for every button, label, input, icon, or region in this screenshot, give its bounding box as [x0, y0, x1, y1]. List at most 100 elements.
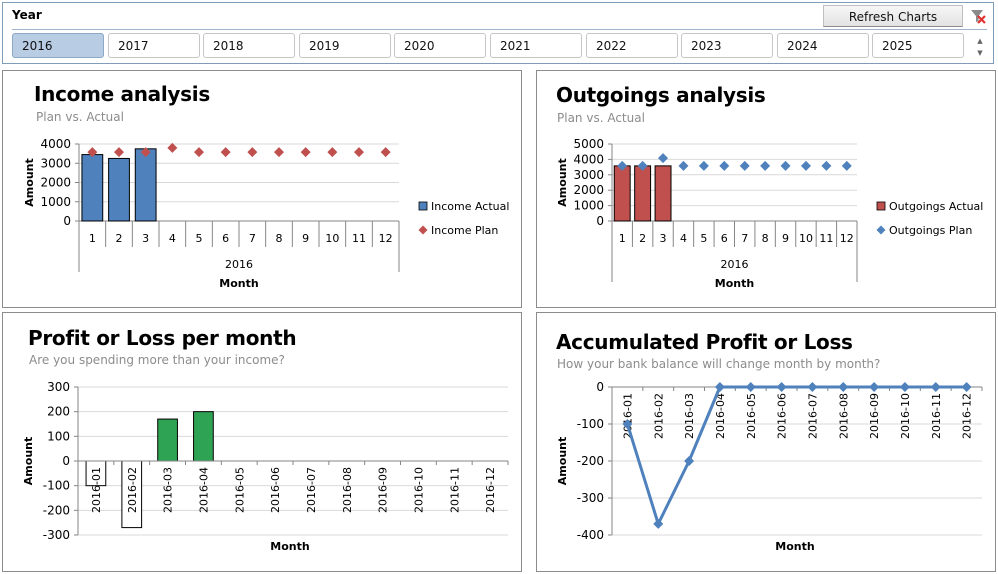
y-tick-label: 200	[47, 405, 70, 419]
x-axis-title: Month	[219, 277, 258, 290]
x-tick-label: 10	[325, 232, 339, 245]
marker-outgoings-plan	[739, 160, 750, 171]
x-axis-title: Month	[715, 277, 754, 290]
x-tick-label: 5	[700, 232, 707, 245]
x-tick-label: 4	[680, 232, 687, 245]
y-tick-label: -400	[577, 528, 604, 542]
x-tick-label: 2016-12	[961, 393, 974, 439]
y-tick-label: 0	[596, 214, 604, 228]
x-tick-label: 2016-11	[930, 393, 943, 439]
y-tick-label: -200	[577, 454, 604, 468]
year-button-2016[interactable]: 2016	[12, 33, 104, 58]
income-chart: 010002000300040001 2 3 4 5 6 7 8 9 10 11 122016Mont…	[23, 137, 509, 290]
year-button-2021[interactable]: 2021	[490, 33, 582, 58]
data-point-marker	[869, 382, 880, 392]
x-tick-label: 3	[660, 232, 667, 245]
y-tick-label: 3000	[40, 156, 71, 170]
clear-filter-icon[interactable]	[969, 7, 987, 25]
x-tick-label: 2016-01	[621, 393, 634, 439]
slicer-title: Year	[12, 8, 42, 22]
legend-swatch-actual	[418, 201, 428, 211]
x-tick-label: 2016-10	[412, 467, 425, 513]
y-tick-label: 4000	[573, 152, 604, 166]
x-tick-label: 8	[762, 232, 769, 245]
refresh-charts-button[interactable]: Refresh Charts	[823, 5, 963, 27]
x-tick-label: 2016-03	[162, 467, 175, 513]
scroll-up-icon[interactable]: ▲	[970, 35, 990, 47]
year-button-2020[interactable]: 2020	[394, 33, 486, 58]
x-tick-label: 7	[249, 232, 256, 245]
bar-outgoings-actual	[634, 165, 652, 222]
slicer-scroll[interactable]: ▲ ▼	[970, 35, 990, 59]
x-tick-label: 2	[639, 232, 646, 245]
marker-income-plan	[274, 147, 284, 158]
year-button-2024[interactable]: 2024	[777, 33, 869, 58]
legend-label-actual: Income Actual	[431, 200, 509, 213]
x-group-label: 2016	[721, 258, 749, 271]
y-axis-title: Amount	[556, 437, 569, 485]
year-button-2023[interactable]: 2023	[681, 33, 773, 58]
y-tick-label: 4000	[40, 137, 71, 151]
data-point-marker	[653, 518, 664, 529]
data-point-marker	[745, 382, 756, 392]
year-button-2018[interactable]: 2018	[203, 33, 295, 58]
x-tick-label: 2016-08	[837, 393, 850, 439]
x-tick-label: 2016-07	[305, 467, 318, 513]
y-tick-label: -100	[43, 479, 70, 493]
y-tick-label: 1000	[40, 195, 71, 209]
marker-income-plan	[327, 147, 338, 158]
legend-marker-plan	[418, 225, 428, 235]
bar-profit-loss	[157, 418, 178, 462]
data-point-marker	[807, 382, 818, 392]
x-tick-label: 9	[302, 232, 309, 245]
x-tick-label: 2016-04	[197, 467, 210, 513]
x-axis-title: Month	[775, 540, 814, 553]
x-tick-label: 2016-01	[90, 467, 103, 513]
marker-outgoings-plan	[760, 160, 771, 171]
legend-swatch-actual	[876, 201, 886, 211]
x-tick-label: 5	[196, 232, 203, 245]
x-tick-label: 2016-07	[806, 393, 819, 439]
year-button-2025[interactable]: 2025	[872, 33, 964, 58]
y-axis-title: Amount	[23, 158, 36, 206]
x-tick-label: 2016-02	[126, 467, 139, 513]
marker-income-plan	[220, 147, 231, 158]
y-tick-label: 1000	[573, 199, 604, 213]
year-button-2019[interactable]: 2019	[299, 33, 391, 58]
data-point-marker	[899, 382, 910, 392]
x-group-label: 2016	[225, 258, 253, 271]
accumulated-chart: -400 -300 -200 -100 0 2016-01 2016-02 2016-03 20…	[556, 380, 983, 553]
x-tick-label: 2016-02	[652, 393, 665, 439]
data-point-marker	[930, 382, 941, 392]
scroll-down-icon[interactable]: ▼	[970, 47, 990, 59]
y-tick-label: 2000	[40, 176, 71, 190]
y-tick-label: 5000	[573, 137, 604, 151]
y-axis-title: Amount	[22, 437, 35, 485]
bar-outgoings-actual	[654, 165, 672, 222]
legend-label-plan: Income Plan	[431, 224, 498, 237]
outgoings-chart: 0100020003000400050001 2 3 4 5 6 7 8 9 10 11 122016…	[556, 137, 983, 290]
data-point-marker	[961, 382, 972, 392]
x-tick-label: 4	[169, 232, 176, 245]
marker-outgoings-plan	[821, 160, 832, 171]
marker-income-plan	[300, 147, 311, 158]
y-tick-label: 0	[63, 214, 71, 228]
y-tick-label: 3000	[573, 168, 604, 182]
x-tick-label: 12	[840, 232, 854, 245]
data-point-marker	[838, 382, 849, 392]
legend-label-plan: Outgoings Plan	[889, 224, 972, 237]
x-tick-label: 2016-10	[899, 393, 912, 439]
legend-label-actual: Outgoings Actual	[889, 200, 983, 213]
marker-income-plan	[114, 147, 124, 158]
year-button-2022[interactable]: 2022	[586, 33, 678, 58]
x-tick-label: 2016-09	[868, 393, 881, 439]
y-tick-label: 2000	[573, 183, 604, 197]
year-button-2017[interactable]: 2017	[108, 33, 200, 58]
marker-outgoings-plan	[719, 160, 730, 171]
x-tick-label: 7	[741, 232, 748, 245]
x-tick-label: 2016-05	[233, 467, 246, 513]
y-tick-label: 0	[596, 380, 604, 394]
marker-outgoings-plan	[698, 160, 709, 171]
x-tick-label: 2016-12	[484, 467, 497, 513]
marker-income-plan	[354, 147, 364, 158]
